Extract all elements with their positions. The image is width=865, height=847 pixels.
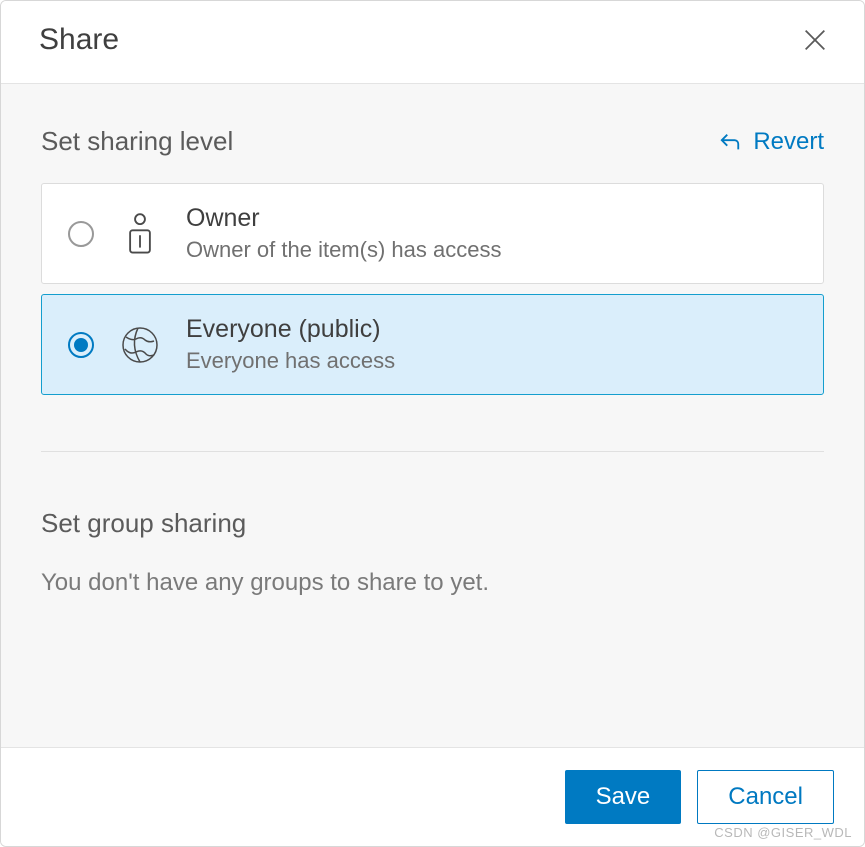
share-dialog: Share Set sharing level Revert xyxy=(0,0,865,847)
sharing-option-owner[interactable]: Owner Owner of the item(s) has access xyxy=(41,183,824,284)
option-title: Everyone (public) xyxy=(186,315,395,344)
watermark-text: CSDN @GISER_WDL xyxy=(714,825,852,840)
radio-everyone[interactable] xyxy=(68,332,94,358)
close-button[interactable] xyxy=(796,21,834,59)
cancel-button[interactable]: Cancel xyxy=(697,770,834,824)
sharing-level-header: Set sharing level Revert xyxy=(41,126,824,157)
globe-icon xyxy=(120,323,160,367)
option-title: Owner xyxy=(186,204,501,233)
save-button[interactable]: Save xyxy=(565,770,682,824)
close-icon xyxy=(801,26,829,54)
sharing-option-everyone[interactable]: Everyone (public) Everyone has access xyxy=(41,294,824,395)
section-divider xyxy=(41,451,824,452)
option-description: Owner of the item(s) has access xyxy=(186,237,501,263)
revert-label: Revert xyxy=(753,128,824,156)
sharing-level-title: Set sharing level xyxy=(41,126,233,157)
dialog-title: Share xyxy=(39,23,119,57)
group-sharing-title: Set group sharing xyxy=(41,508,824,539)
dialog-header: Share xyxy=(1,1,864,84)
revert-icon xyxy=(719,131,741,153)
sharing-option-text: Owner Owner of the item(s) has access xyxy=(186,204,501,263)
dialog-body: Set sharing level Revert xyxy=(1,84,864,747)
option-description: Everyone has access xyxy=(186,348,395,374)
group-sharing-empty-message: You don't have any groups to share to ye… xyxy=(41,569,824,597)
person-icon xyxy=(120,212,160,256)
radio-owner[interactable] xyxy=(68,221,94,247)
sharing-option-text: Everyone (public) Everyone has access xyxy=(186,315,395,374)
sharing-level-options: Owner Owner of the item(s) has access Ev… xyxy=(41,183,824,395)
revert-button[interactable]: Revert xyxy=(719,128,824,156)
